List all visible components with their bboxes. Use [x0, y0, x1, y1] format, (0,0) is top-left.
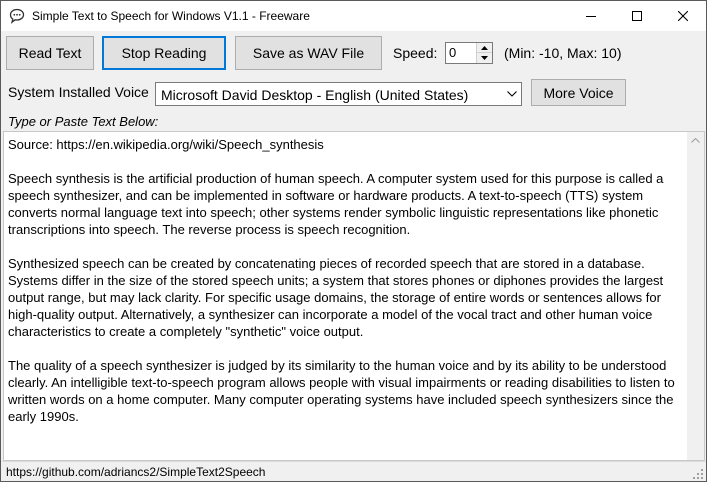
status-link[interactable]: https://github.com/adriancs2/SimpleText2… — [6, 465, 265, 479]
maximize-icon — [632, 11, 642, 21]
voice-dropdown-toggle[interactable] — [503, 83, 521, 105]
speed-stepper-buttons[interactable] — [476, 43, 492, 63]
text-paragraph: Source: https://en.wikipedia.org/wiki/Sp… — [8, 137, 324, 152]
text-paragraph: The quality of a speech synthesizer is j… — [8, 358, 675, 424]
editor-hint: Type or Paste Text Below: — [8, 114, 159, 129]
minimize-button[interactable] — [568, 1, 614, 31]
minimize-icon — [586, 16, 596, 17]
scroll-up-button[interactable] — [687, 132, 704, 149]
voice-label: System Installed Voice — [8, 84, 149, 100]
editor-text[interactable]: Source: https://en.wikipedia.org/wiki/Sp… — [8, 136, 678, 442]
arrow-up-icon — [481, 46, 488, 50]
speed-down-button[interactable] — [477, 53, 492, 63]
read-text-button[interactable]: Read Text — [6, 36, 94, 70]
speed-range-label: (Min: -10, Max: 10) — [504, 45, 622, 61]
vertical-scrollbar[interactable] — [687, 132, 704, 460]
maximize-button[interactable] — [614, 1, 660, 31]
status-bar: https://github.com/adriancs2/SimpleText2… — [1, 461, 706, 481]
app-window: Simple Text to Speech for Windows V1.1 -… — [0, 0, 707, 482]
voice-select[interactable]: Microsoft David Desktop - English (Unite… — [155, 82, 522, 106]
speed-up-button[interactable] — [477, 43, 492, 53]
close-button[interactable] — [660, 1, 706, 31]
text-paragraph: Speech synthesis is the artificial produ… — [8, 171, 664, 237]
text-input-area[interactable]: Source: https://en.wikipedia.org/wiki/Sp… — [3, 131, 705, 461]
save-wav-button[interactable]: Save as WAV File — [235, 36, 382, 70]
speech-bubble-icon — [9, 8, 25, 24]
title-bar[interactable]: Simple Text to Speech for Windows V1.1 -… — [1, 1, 706, 31]
arrow-down-icon — [481, 56, 488, 60]
speed-stepper[interactable]: 0 — [445, 42, 493, 64]
more-voice-button[interactable]: More Voice — [531, 79, 626, 106]
speed-label: Speed: — [393, 45, 438, 61]
resize-grip-icon[interactable] — [693, 469, 704, 480]
close-icon — [678, 11, 688, 21]
window-title: Simple Text to Speech for Windows V1.1 -… — [32, 9, 310, 23]
speed-value[interactable]: 0 — [449, 45, 456, 60]
voice-selected-value: Microsoft David Desktop - English (Unite… — [161, 87, 469, 103]
text-paragraph: Synthesized speech can be created by con… — [8, 256, 664, 339]
stop-reading-button[interactable]: Stop Reading — [102, 36, 226, 70]
chevron-down-icon — [507, 91, 517, 97]
chevron-up-icon — [691, 138, 700, 143]
